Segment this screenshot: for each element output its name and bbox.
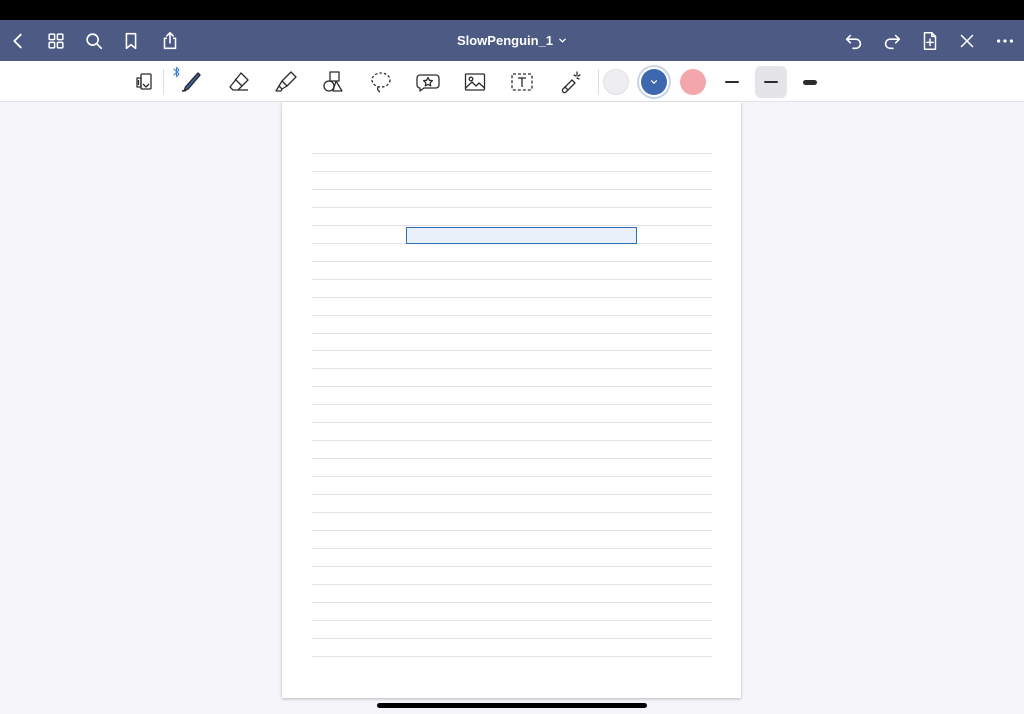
chevron-down-icon xyxy=(559,38,566,43)
ruled-line xyxy=(312,512,712,513)
lasso-icon[interactable] xyxy=(364,65,398,99)
tool-divider xyxy=(598,69,599,95)
laser-pointer-icon[interactable] xyxy=(553,65,587,99)
stroke-thin-option[interactable] xyxy=(716,66,748,98)
ruled-line xyxy=(312,315,712,316)
ruled-line xyxy=(312,476,712,477)
undo-icon[interactable] xyxy=(840,27,868,55)
bookmark-icon[interactable] xyxy=(117,27,145,55)
ruled-line xyxy=(312,584,712,585)
stroke-thick-line xyxy=(803,79,817,85)
chevron-left-icon[interactable] xyxy=(4,27,32,55)
stroke-thick-option[interactable] xyxy=(794,66,826,98)
ruled-line xyxy=(312,207,712,208)
shapes-icon[interactable] xyxy=(316,65,350,99)
ruled-line xyxy=(312,404,712,405)
ruled-line xyxy=(312,297,712,298)
navigation-bar: SlowPenguin_1 xyxy=(0,20,1024,61)
ruled-line xyxy=(312,638,712,639)
close-icon[interactable] xyxy=(953,27,981,55)
document-title: SlowPenguin_1 xyxy=(456,33,554,48)
ruled-line xyxy=(312,171,712,172)
ruled-line xyxy=(312,494,712,495)
status-bar xyxy=(0,0,1024,20)
ruled-line xyxy=(312,153,712,154)
ruled-line xyxy=(312,189,712,190)
stroke-medium-option[interactable] xyxy=(755,66,787,98)
chevron-down-icon xyxy=(651,80,657,85)
ruled-line xyxy=(312,422,712,423)
search-icon[interactable] xyxy=(80,27,108,55)
share-icon[interactable] xyxy=(156,27,184,55)
tool-divider xyxy=(163,69,164,95)
ruled-line xyxy=(312,458,712,459)
ruled-line xyxy=(312,548,712,549)
add-page-icon[interactable] xyxy=(916,27,944,55)
tool-bar xyxy=(0,61,1024,102)
ruled-line xyxy=(312,602,712,603)
ruled-line xyxy=(312,530,712,531)
ruled-line xyxy=(312,386,712,387)
ruled-line xyxy=(312,620,712,621)
read-only-icon[interactable] xyxy=(127,65,161,99)
ruled-line xyxy=(312,333,712,334)
text-box-selection[interactable] xyxy=(406,227,637,244)
image-icon[interactable] xyxy=(458,65,492,99)
bluetooth-icon xyxy=(173,66,180,78)
ruled-line xyxy=(312,350,712,351)
ruled-line xyxy=(312,440,712,441)
stroke-medium-line xyxy=(764,80,778,84)
ruled-line xyxy=(312,656,712,657)
elements-icon[interactable] xyxy=(411,65,445,99)
text-icon[interactable] xyxy=(505,65,539,99)
color-swatch-blue[interactable] xyxy=(641,69,667,95)
more-icon[interactable] xyxy=(991,27,1019,55)
home-indicator xyxy=(377,703,647,708)
redo-icon[interactable] xyxy=(878,27,906,55)
stroke-thin-line xyxy=(725,81,739,83)
eraser-icon[interactable] xyxy=(222,65,256,99)
color-swatch-white[interactable] xyxy=(603,69,629,95)
ruled-line xyxy=(312,261,712,262)
color-swatch-pink[interactable] xyxy=(680,69,706,95)
notebook-page[interactable] xyxy=(282,102,741,698)
title-area: SlowPenguin_1 xyxy=(0,20,1024,61)
ruled-line xyxy=(312,566,712,567)
highlighter-icon[interactable] xyxy=(269,65,303,99)
ruled-line xyxy=(312,279,712,280)
document-title-button[interactable]: SlowPenguin_1 xyxy=(457,33,567,48)
ruled-line xyxy=(312,368,712,369)
grid-icon[interactable] xyxy=(42,27,70,55)
ruled-line xyxy=(312,225,712,226)
